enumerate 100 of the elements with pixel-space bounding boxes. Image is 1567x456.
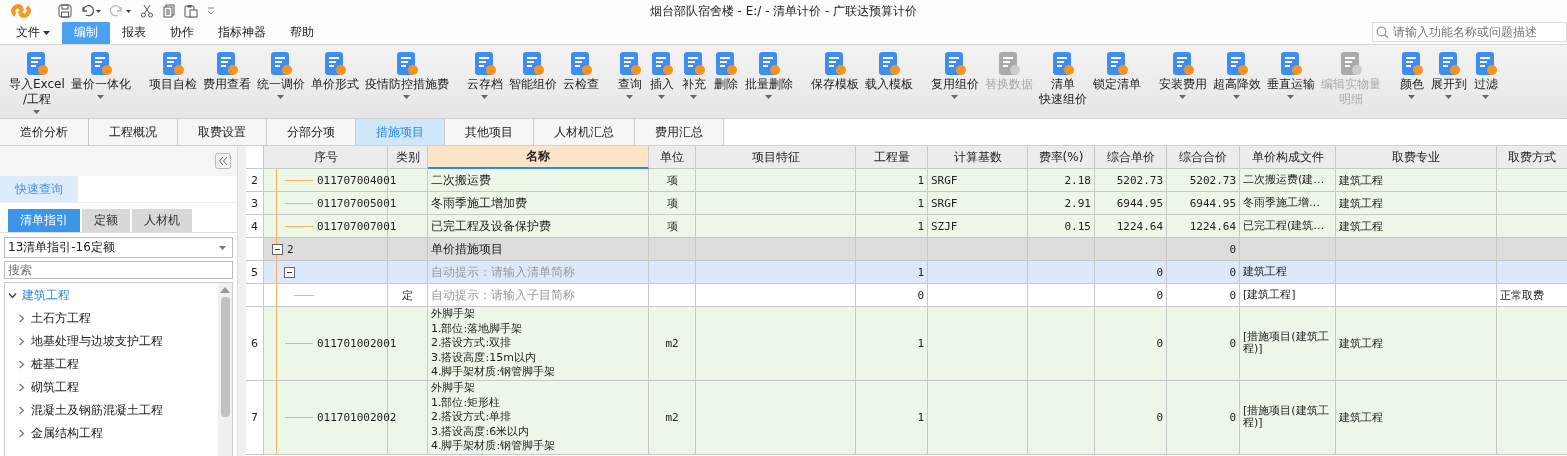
collapse-toggle[interactable]: [272, 243, 283, 255]
tree-item[interactable]: 砌筑工程: [31, 379, 79, 396]
library-dropdown[interactable]: 13清单指引-16定额: [4, 237, 233, 258]
paste-icon[interactable]: [184, 4, 198, 18]
column-header[interactable]: 工程量: [856, 146, 928, 169]
toolbar-button[interactable]: 云检查: [559, 51, 602, 92]
tree-line: [285, 343, 313, 344]
toolbar-button[interactable]: 清单 快速组价: [1035, 51, 1090, 107]
cut-icon[interactable]: [140, 4, 154, 18]
toolbar-button[interactable]: 统一调价: [253, 51, 308, 99]
tree-line: [285, 416, 313, 418]
library-tab[interactable]: 人材机: [132, 209, 192, 232]
table-cell: 1: [856, 307, 928, 381]
toolbar-button[interactable]: 费用查看: [199, 51, 254, 92]
toolbar-button[interactable]: 补充: [677, 51, 710, 99]
column-header[interactable]: 综合单价: [1095, 146, 1167, 169]
toolbar-button[interactable]: 查询: [613, 51, 646, 99]
menu-tab[interactable]: 文件: [4, 21, 62, 44]
table-row[interactable]: 2 单价措施项目 0: [246, 238, 1567, 261]
column-header[interactable]: 取费专业: [1336, 146, 1497, 169]
search-field[interactable]: 请输入功能名称或问题描述: [1372, 22, 1567, 42]
toolbar-button[interactable]: 展开到: [1427, 51, 1470, 99]
menu-tab[interactable]: 指标神器: [206, 21, 278, 44]
chevron-icon[interactable]: [17, 314, 26, 323]
menu-tab[interactable]: 协作: [158, 21, 206, 44]
column-header[interactable]: 类别: [388, 146, 428, 169]
chevron-icon[interactable]: [17, 429, 26, 438]
table-cell: 0: [1095, 380, 1167, 455]
page-tab[interactable]: 取费设置: [178, 119, 267, 145]
toolbar-button[interactable]: 保存模板: [807, 51, 862, 92]
toolbar-button[interactable]: 批量删除: [741, 51, 796, 99]
toolbar-button[interactable]: 量价一体化: [67, 51, 134, 99]
column-header[interactable]: 名称: [428, 146, 649, 169]
toolbar-button[interactable]: 过滤: [1469, 51, 1502, 99]
chevron-icon[interactable]: [17, 360, 26, 369]
table-row[interactable]: 定 自动提示：请输入子目简称 0 0 0 [建筑工程] 正常取费: [246, 284, 1567, 307]
toolbar-button[interactable]: 导入Excel /工程: [6, 51, 68, 114]
scroll-up-icon[interactable]: [220, 287, 230, 293]
chevron-icon[interactable]: [17, 383, 26, 392]
collapse-panel-icon[interactable]: [215, 153, 231, 169]
toolbar-button[interactable]: 删除: [709, 51, 742, 92]
column-header[interactable]: 序号: [264, 146, 388, 169]
toolbar-button[interactable]: 锁定清单: [1089, 51, 1144, 92]
item-code: 011707004001: [317, 173, 397, 187]
table-row[interactable]: 2 011707004001 二次搬运费 项 1 SRGF 2.18 5202.73 5202.73 二次搬运费(建… 建筑工程: [246, 169, 1567, 192]
column-header[interactable]: 费率(%): [1028, 146, 1095, 169]
column-header[interactable]: 项目特征: [696, 146, 856, 169]
chevron-icon[interactable]: [17, 337, 26, 346]
item-name: 冬雨季施工增加费: [431, 194, 527, 212]
column-header[interactable]: 单位: [649, 146, 696, 169]
table-cell: [措施项目(建筑工程)]: [1240, 307, 1336, 381]
chevron-icon[interactable]: [8, 291, 17, 300]
toolbar-button[interactable]: 智能组价: [505, 51, 560, 92]
tree-item[interactable]: 金属结构工程: [31, 425, 103, 442]
toolbar-button[interactable]: 载入模板: [861, 51, 916, 92]
table-cell: m2: [649, 307, 696, 381]
tree-line: [285, 179, 313, 181]
toolbar-button[interactable]: 垂直运输: [1263, 51, 1318, 99]
copy-icon[interactable]: [162, 4, 176, 18]
tree-item[interactable]: 地基处理与边坡支护工程: [31, 333, 163, 350]
toolbar-button[interactable]: 颜色: [1395, 51, 1428, 99]
toolbar-button[interactable]: 超高降效: [1209, 51, 1264, 99]
page-tab[interactable]: 工程概况: [89, 119, 178, 145]
toolbar-button[interactable]: 复用组价: [927, 51, 982, 99]
toolbar-button[interactable]: 疫情防控措施费: [361, 51, 452, 99]
row-number-cell: 2: [246, 169, 264, 192]
tree-item[interactable]: 建筑工程: [22, 287, 70, 304]
column-header[interactable]: 单价构成文件: [1240, 146, 1336, 169]
table-row[interactable]: 3 011707005001 冬雨季施工增加费 项 1 SRGF 2.91 6944.95 6944.95 冬雨季施工增… 建筑工程: [246, 192, 1567, 215]
save-icon[interactable]: [58, 4, 72, 18]
collapse-toggle[interactable]: [284, 266, 295, 278]
toolbar-button[interactable]: 插入: [645, 51, 678, 99]
page-tab[interactable]: 造价分析: [0, 119, 89, 145]
tree-item[interactable]: 桩基工程: [31, 356, 79, 373]
column-header[interactable]: 取费方式: [1497, 146, 1567, 169]
page-tab[interactable]: 分部分项: [267, 119, 356, 145]
menu-tab[interactable]: 报表: [110, 21, 158, 44]
search-field[interactable]: 搜索: [4, 261, 233, 279]
table-row[interactable]: 4 011707007001 已完工程及设备保护费 项 1 SZJF 0.15 1224.64 1224.64 已完工程(建筑… 建筑工程: [246, 215, 1567, 238]
column-header[interactable]: 综合合价: [1167, 146, 1240, 169]
tree-item[interactable]: 土石方工程: [31, 310, 91, 327]
toolbar-button[interactable]: 项目自检: [145, 51, 200, 92]
column-header[interactable]: 计算基数: [928, 146, 1028, 169]
undo-icon[interactable]: [80, 4, 102, 18]
redo-icon[interactable]: [110, 4, 132, 18]
page-tab[interactable]: 人材机汇总: [534, 119, 635, 145]
caret-icon: [403, 95, 411, 99]
scrollbar-thumb[interactable]: [220, 297, 230, 417]
tree-item[interactable]: 混凝土及钢筋混凝土工程: [31, 402, 163, 419]
page-tab[interactable]: 费用汇总: [635, 119, 724, 145]
table-cell: 0: [1095, 307, 1167, 381]
toolbar-button[interactable]: 单价形式: [307, 51, 362, 92]
menu-tab[interactable]: 帮助: [278, 21, 326, 44]
toolbar-button[interactable]: 安装费用: [1155, 51, 1210, 99]
toolbar-button[interactable]: 云存档: [463, 51, 506, 99]
library-tab[interactable]: 定额: [82, 209, 130, 232]
page-tab[interactable]: 其他项目: [445, 119, 534, 145]
scrollbar[interactable]: [218, 283, 232, 456]
chevron-icon[interactable]: [17, 406, 26, 415]
table-row[interactable]: 5 自动提示：请输入清单简称 1 0 0 建筑工程: [246, 261, 1567, 284]
